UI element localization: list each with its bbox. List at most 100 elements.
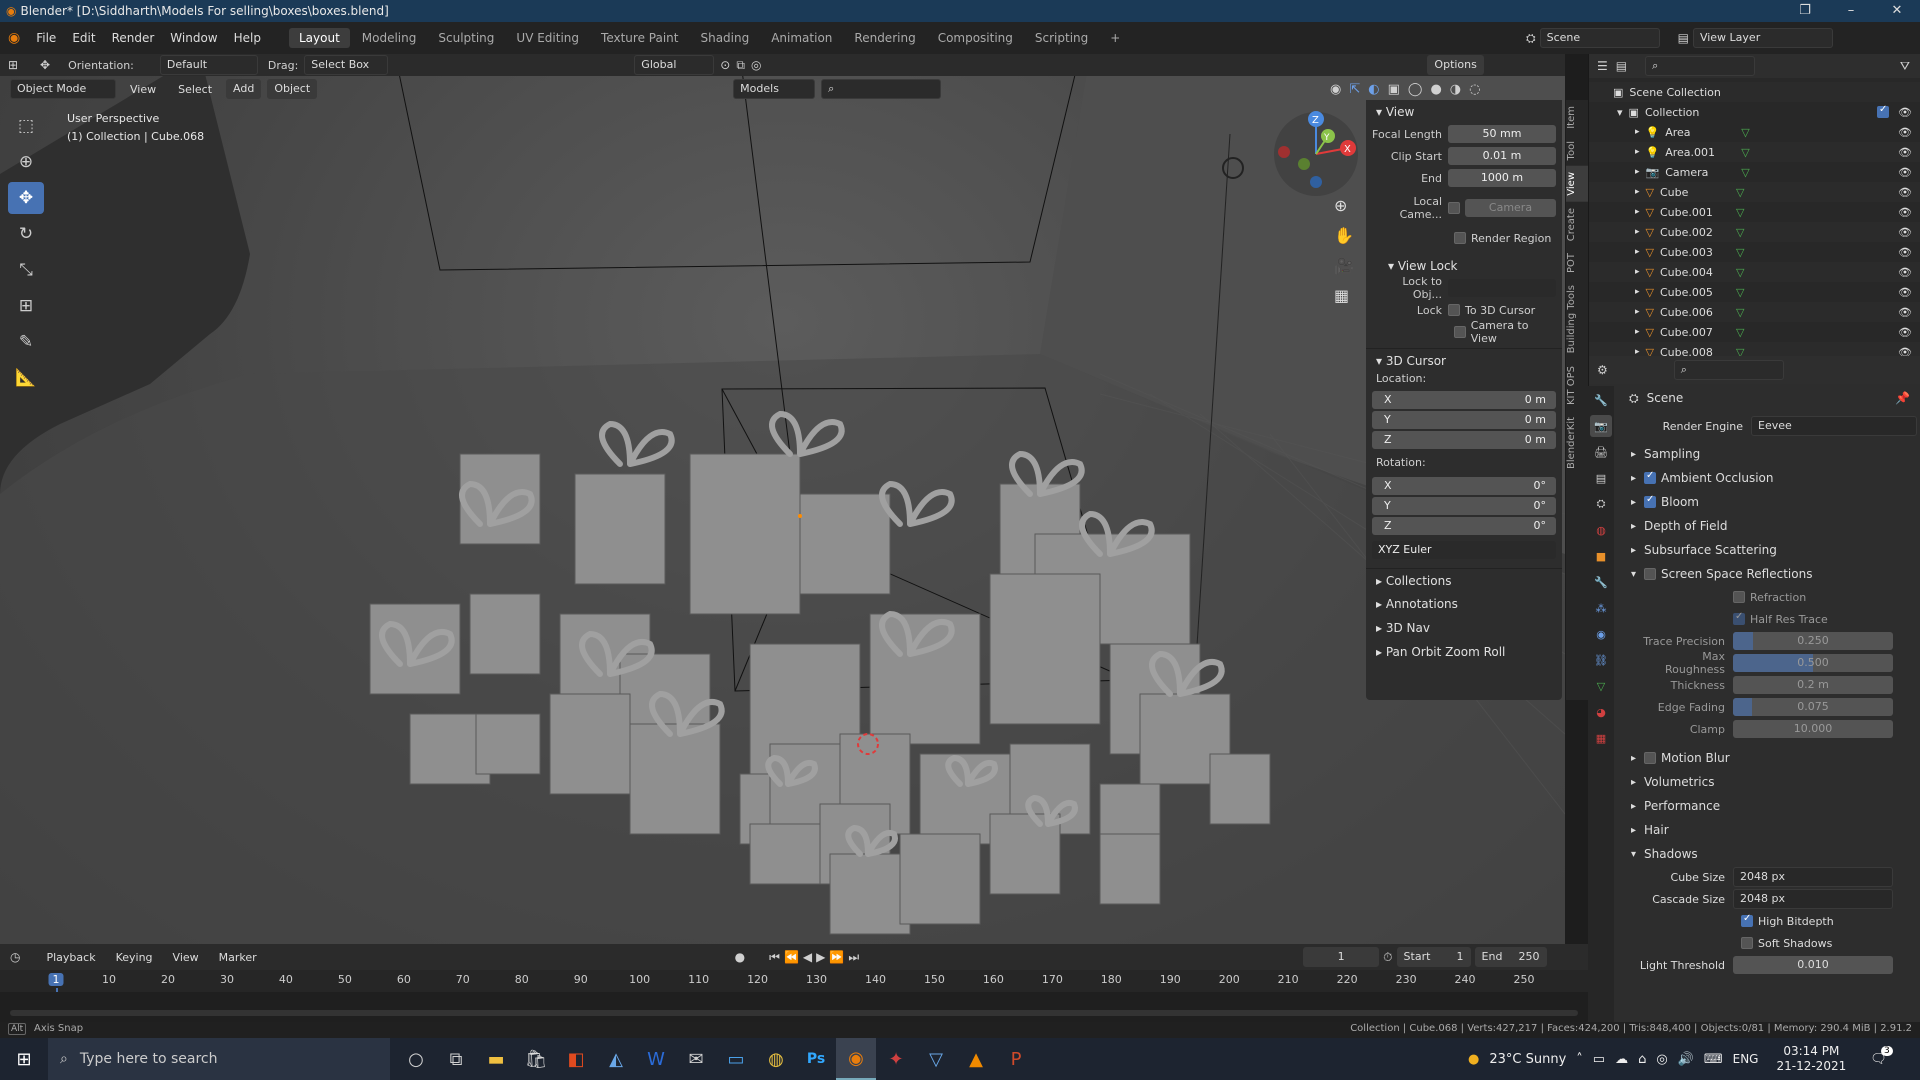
tab-modeling[interactable]: Modeling — [352, 28, 427, 48]
half-res-trace-checkbox[interactable] — [1733, 611, 1745, 625]
record-icon[interactable]: ● — [735, 950, 745, 964]
cursor-rotation-z-field[interactable]: Z 0° — [1372, 517, 1556, 535]
transform-tool-icon[interactable]: ⊞ — [8, 290, 44, 322]
outliner-item-row[interactable]: ▸ ▽ Cube.004 ▽ 👁 — [1589, 262, 1920, 282]
outliner-item-row[interactable]: ▸ ▽ Cube.002 ▽ 👁 — [1589, 222, 1920, 242]
expand-arrow-icon[interactable]: ▸ — [1635, 127, 1640, 137]
eye-icon[interactable]: 👁 — [1898, 146, 1912, 159]
section-enable-checkbox[interactable] — [1644, 568, 1657, 580]
clip-start-field[interactable]: 0.01 m — [1448, 147, 1556, 165]
section-enable-checkbox[interactable] — [1644, 752, 1657, 764]
camera-data-icon[interactable]: ▽ — [1741, 166, 1749, 179]
notification-center-icon[interactable]: 🗨 3 — [1870, 1045, 1893, 1067]
mesh-data-icon[interactable]: ▽ — [1736, 186, 1744, 199]
ssr-slider[interactable]: 0.250 — [1733, 632, 1893, 650]
tab-sculpting[interactable]: Sculpting — [428, 28, 504, 48]
zoom-icon[interactable]: ⊕ — [1334, 196, 1354, 215]
mode-dropdown[interactable]: Object Mode — [10, 79, 116, 99]
light-threshold-field[interactable]: 0.010 — [1733, 956, 1893, 974]
mesh-data-icon[interactable]: ▽ — [1736, 246, 1744, 259]
outliner-item-row[interactable]: ▸ ▽ Cube.005 ▽ 👁 — [1589, 282, 1920, 302]
eye-icon[interactable]: 👁 — [1898, 246, 1912, 259]
data-tab-icon[interactable]: ▽ — [1590, 675, 1612, 697]
viewport-search-field[interactable]: ⌕ — [821, 79, 942, 99]
outliner-item-row[interactable]: ▸ ▽ Cube ▽ 👁 — [1589, 182, 1920, 202]
ssr-slider[interactable]: 0.075 — [1733, 698, 1893, 716]
menu-render[interactable]: Render — [104, 31, 163, 45]
eye-icon[interactable]: 👁 — [1898, 226, 1912, 239]
timeline-ruler[interactable]: 1 10 20 30 40 50 60 70 80 90 100 110 120 130 140 150 160… — [0, 970, 1588, 1022]
tab-create[interactable]: Create — [1566, 202, 1588, 247]
ssr-slider[interactable]: 10.000 — [1733, 720, 1893, 738]
tab-compositing[interactable]: Compositing — [928, 28, 1023, 48]
timeline-scrollbar[interactable] — [10, 1010, 1578, 1016]
weather-text[interactable]: 23°C Sunny — [1489, 1052, 1566, 1067]
view-layer-selector[interactable]: View Layer — [1692, 28, 1833, 48]
blender-menu-icon[interactable]: ◉ — [0, 30, 28, 46]
outliner-item-row[interactable]: ▸ ▽ Cube.003 ▽ 👁 — [1589, 242, 1920, 262]
pan-hand-icon[interactable]: ✋ — [1334, 226, 1354, 245]
properties-section-header[interactable]: ▸ Subsurface Scattering — [1623, 538, 1920, 562]
menu-playback[interactable]: Playback — [38, 951, 103, 964]
mesh-data-icon[interactable]: ▽ — [1736, 326, 1744, 339]
pivot-point-icon[interactable]: ⊙ — [720, 58, 730, 72]
mesh-data-icon[interactable]: ▽ — [1736, 226, 1744, 239]
keyboard-icon[interactable]: ⌨ — [1704, 1052, 1723, 1067]
app-icon[interactable]: ◭ — [596, 1038, 636, 1080]
cursor-rotation-x-field[interactable]: X 0° — [1372, 477, 1556, 495]
blender-taskbar-icon[interactable]: ◉ — [836, 1038, 876, 1080]
photoshop-icon[interactable]: Ps — [796, 1038, 836, 1080]
tab-item[interactable]: Item — [1566, 100, 1588, 135]
object-tab-icon[interactable]: ■ — [1590, 545, 1612, 567]
section-enable-checkbox[interactable] — [1644, 494, 1657, 508]
chrome-icon[interactable]: ◍ — [756, 1038, 796, 1080]
local-camera-field[interactable]: Camera — [1465, 199, 1556, 217]
constraints-tab-icon[interactable]: ⛓ — [1590, 649, 1612, 671]
menu-file[interactable]: File — [28, 31, 64, 45]
transform-orientation-dropdown[interactable]: Global — [634, 55, 715, 75]
material-shading-icon[interactable]: ◑ — [1450, 82, 1461, 97]
properties-editor-icon[interactable]: ⚙ — [1597, 363, 1608, 377]
world-tab-icon[interactable]: ◍ — [1590, 519, 1612, 541]
close-button[interactable]: ✕ — [1874, 0, 1920, 22]
eye-icon[interactable]: 👁 — [1898, 186, 1912, 199]
outliner-editor-icon[interactable]: ☰ — [1597, 59, 1608, 73]
eye-icon[interactable]: 👁 — [1898, 266, 1912, 279]
view-layer-tab-icon[interactable]: ▤ — [1590, 467, 1612, 489]
scene-selector[interactable]: Scene — [1539, 28, 1660, 48]
app4-icon[interactable]: ▽ — [916, 1038, 956, 1080]
move-tool-button-icon[interactable]: ✥ — [8, 182, 44, 214]
physics-tab-icon[interactable]: ◉ — [1590, 623, 1612, 645]
outliner-item-row[interactable]: ▸ 💡 Area ▽ 👁 — [1589, 122, 1920, 142]
cortana-icon[interactable]: ○ — [396, 1038, 436, 1080]
cursor-location-x-field[interactable]: X 0 m — [1372, 391, 1556, 409]
minimize-button[interactable]: – — [1828, 0, 1874, 22]
xray-icon[interactable]: ▣ — [1388, 82, 1400, 97]
render-tab-icon[interactable]: 📷 — [1590, 415, 1612, 437]
gizmo-toggle-icon[interactable]: ⇱ — [1349, 82, 1360, 97]
store-icon[interactable]: 🛍 — [516, 1038, 556, 1080]
properties-section-header[interactable]: ▸ Performance — [1623, 794, 1920, 818]
eye-icon[interactable]: 👁 — [1898, 166, 1912, 179]
menu-timeline-view[interactable]: View — [165, 951, 207, 964]
tab-pot[interactable]: POT — [1566, 247, 1588, 279]
material-tab-icon[interactable]: ◕ — [1590, 701, 1612, 723]
eye-icon[interactable]: 👁 — [1898, 286, 1912, 299]
play-icon[interactable]: ▶ — [816, 950, 825, 964]
camera-to-view-checkbox[interactable] — [1454, 326, 1466, 338]
select-box-tool-icon[interactable]: ⬚ — [8, 110, 44, 142]
solid-shading-icon[interactable]: ● — [1430, 82, 1441, 97]
menu-marker[interactable]: Marker — [211, 951, 265, 964]
ortho-grid-icon[interactable]: ▦ — [1334, 286, 1354, 305]
network-icon[interactable]: ⌂ — [1638, 1052, 1646, 1067]
cursor-rotation-y-field[interactable]: Y 0° — [1372, 497, 1556, 515]
app3-icon[interactable]: ✦ — [876, 1038, 916, 1080]
rotate-tool-icon[interactable]: ↻ — [8, 218, 44, 250]
mesh-data-icon[interactable]: ▽ — [1736, 286, 1744, 299]
rendered-shading-icon[interactable]: ◌ — [1469, 82, 1480, 97]
tab-layout[interactable]: Layout — [288, 28, 350, 48]
proportional-edit-icon[interactable]: ◎ — [751, 58, 761, 72]
orientation-dropdown[interactable]: Default — [159, 55, 258, 75]
navigation-gizmo[interactable]: Z X Y — [1270, 108, 1370, 208]
focal-length-field[interactable]: 50 mm — [1448, 125, 1556, 143]
